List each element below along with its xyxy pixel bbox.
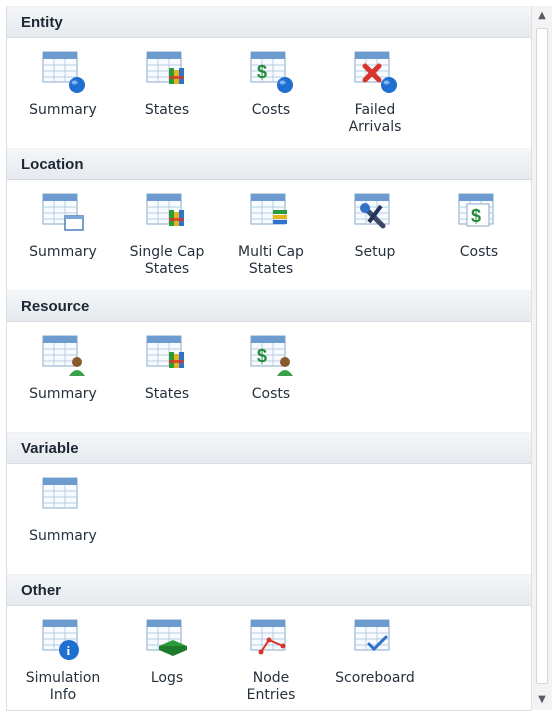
node-entries-icon (247, 616, 295, 664)
states-bars-icon (143, 332, 191, 380)
report-entity-summary[interactable]: Summary (11, 38, 115, 148)
scroll-down-arrow-icon[interactable]: ▼ (532, 690, 552, 710)
section-header-variable: Variable (7, 432, 531, 464)
report-label: Costs (251, 386, 291, 402)
report-location-single-cap-states[interactable]: Single Cap States (115, 180, 219, 290)
report-entity-failed-arrivals[interactable]: Failed Arrivals (323, 38, 427, 148)
summary-table-icon (39, 474, 87, 522)
svg-text:$: $ (257, 346, 267, 366)
reports-panel: Entity Summary States $ Costs Failed Arrivals… (6, 6, 531, 711)
costs-dollar-icon: $ (455, 190, 503, 238)
setup-wrench-icon (351, 190, 399, 238)
multi-cap-states-icon (247, 190, 295, 238)
report-label: Logs (150, 670, 184, 686)
report-label: Summary (29, 386, 97, 402)
states-bars-icon (143, 48, 191, 96)
logs-book-icon (143, 616, 191, 664)
report-label: Single Cap States (129, 244, 205, 277)
report-entity-costs[interactable]: $ Costs (219, 38, 323, 148)
scroll-up-arrow-icon[interactable]: ▲ (532, 6, 552, 26)
report-resource-states[interactable]: States (115, 322, 219, 432)
report-label: Simulation Info (25, 670, 101, 703)
report-entity-states[interactable]: States (115, 38, 219, 148)
svg-text:i: i (67, 643, 71, 658)
section-header-resource: Resource (7, 290, 531, 322)
vertical-scrollbar[interactable]: ▲ ▼ (531, 6, 552, 710)
report-other-node-entries[interactable]: Node Entries (219, 606, 323, 710)
report-label: Node Entries (246, 670, 296, 703)
costs-dollar-globe-icon: $ (247, 48, 295, 96)
summary-person-icon (39, 332, 87, 380)
report-other-logs[interactable]: Logs (115, 606, 219, 710)
report-label: Summary (29, 102, 97, 118)
section-items-resource: Summary States $ Costs (7, 322, 531, 432)
section-header-location: Location (7, 148, 531, 180)
section-header-entity: Entity (7, 6, 531, 38)
summary-table-window-icon (39, 190, 87, 238)
report-location-costs[interactable]: $ Costs (427, 180, 531, 290)
scroll-thumb[interactable] (536, 28, 548, 684)
costs-dollar-person-icon: $ (247, 332, 295, 380)
report-label: States (144, 386, 190, 402)
report-resource-costs[interactable]: $ Costs (219, 322, 323, 432)
section-header-other: Other (7, 574, 531, 606)
section-items-other: i Simulation Info Logs Node Entries Scoreboa… (7, 606, 531, 710)
report-variable-summary[interactable]: Summary (11, 464, 115, 574)
report-label: Costs (459, 244, 499, 260)
section-items-variable: Summary (7, 464, 531, 574)
report-label: Multi Cap States (238, 244, 304, 277)
svg-text:$: $ (471, 206, 481, 226)
report-label: Summary (29, 244, 97, 260)
report-resource-summary[interactable]: Summary (11, 322, 115, 432)
report-label: Summary (29, 528, 97, 544)
report-label: Failed Arrivals (348, 102, 402, 135)
scoreboard-check-icon (351, 616, 399, 664)
report-location-summary[interactable]: Summary (11, 180, 115, 290)
svg-text:$: $ (257, 62, 267, 82)
report-label: Setup (354, 244, 396, 260)
single-cap-states-icon (143, 190, 191, 238)
report-label: Scoreboard (335, 670, 415, 686)
info-icon: i (39, 616, 87, 664)
report-other-scoreboard[interactable]: Scoreboard (323, 606, 427, 710)
summary-table-globe-icon (39, 48, 87, 96)
report-location-setup[interactable]: Setup (323, 180, 427, 290)
section-items-location: Summary Single Cap States Multi Cap States… (7, 180, 531, 290)
section-items-entity: Summary States $ Costs Failed Arrivals (7, 38, 531, 148)
report-other-simulation-info[interactable]: i Simulation Info (11, 606, 115, 710)
failed-arrivals-x-icon (351, 48, 399, 96)
report-label: States (144, 102, 190, 118)
report-label: Costs (251, 102, 291, 118)
report-location-multi-cap-states[interactable]: Multi Cap States (219, 180, 323, 290)
